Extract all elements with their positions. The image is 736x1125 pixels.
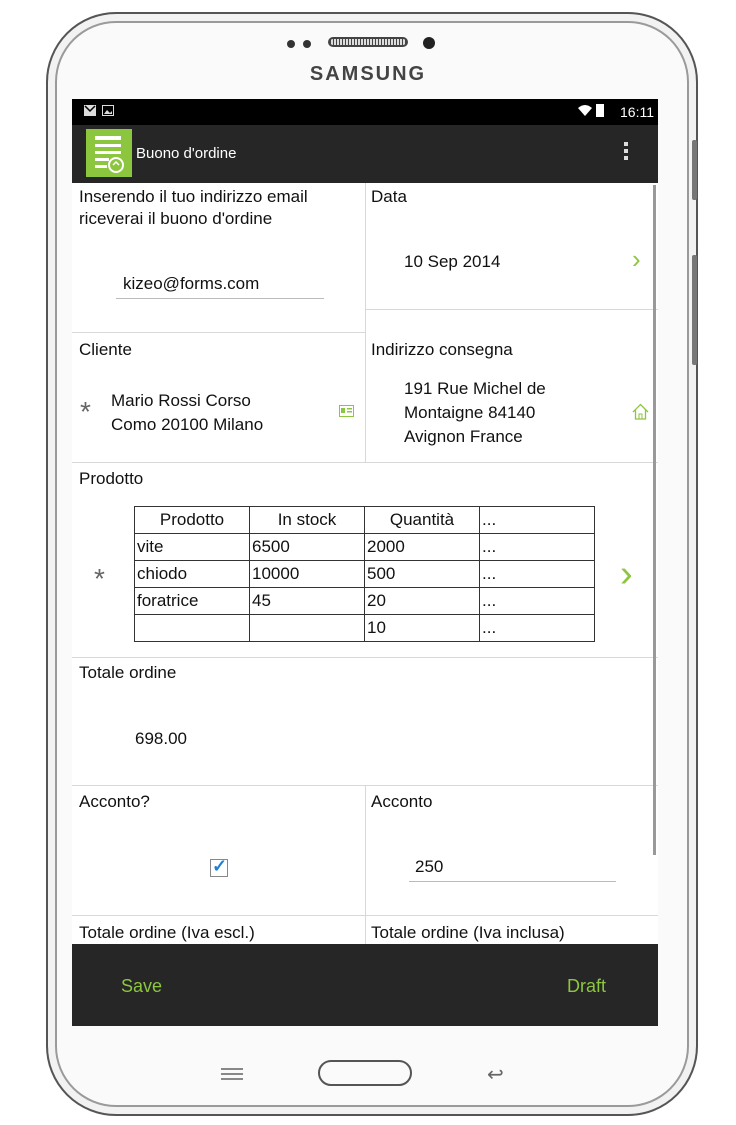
contact-card-icon[interactable] (339, 405, 354, 417)
scrollbar[interactable] (653, 185, 656, 855)
table-cell: 6500 (249, 533, 365, 561)
table-row[interactable]: vite 6500 2000 ... (134, 533, 595, 561)
table-row[interactable]: chiodo 10000 500 ... (134, 560, 595, 588)
address-line3[interactable]: Avignon France (404, 426, 523, 448)
required-asterisk: * (80, 396, 91, 427)
form-content: Inserendo il tuo indirizzo email ricever… (72, 183, 658, 944)
checkmark-icon: ✓ (212, 856, 228, 876)
home-button[interactable] (318, 1060, 412, 1086)
deposit-field[interactable]: 250 (415, 856, 443, 878)
volume-button (692, 255, 697, 365)
product-label: Prodotto (79, 469, 144, 488)
front-camera (423, 37, 435, 49)
table-header: In stock (249, 506, 365, 534)
product-table[interactable]: Prodotto In stock Quantità ... vite 6500… (134, 506, 595, 642)
address-label: Indirizzo consegna (371, 340, 513, 359)
table-cell: 10 (364, 614, 480, 642)
table-header: Quantità (364, 506, 480, 534)
speaker-grille (328, 37, 408, 47)
wifi-icon (578, 105, 592, 116)
table-row[interactable]: foratrice 45 20 ... (134, 587, 595, 615)
chevron-right-icon[interactable]: › (620, 555, 633, 593)
total-incl-label: Totale ordine (Iva inclusa) (371, 923, 565, 942)
app-title: Buono d'ordine (136, 145, 237, 162)
divider (365, 786, 366, 944)
table-header-row: Prodotto In stock Quantità ... (134, 506, 595, 534)
date-value[interactable]: 10 Sep 2014 (404, 251, 500, 273)
gmail-icon (84, 105, 96, 116)
table-cell (249, 614, 365, 642)
table-cell: 10000 (249, 560, 365, 588)
overflow-menu-icon[interactable] (624, 142, 628, 163)
image-icon (102, 105, 114, 116)
table-cell: ... (479, 614, 595, 642)
table-cell: chiodo (134, 560, 250, 588)
total-value: 698.00 (135, 729, 187, 748)
deposit-checkbox[interactable]: ✓ (210, 856, 228, 877)
back-key-icon[interactable]: ↩ (487, 1062, 504, 1087)
sensor-dot (287, 40, 295, 48)
table-header: Prodotto (134, 506, 250, 534)
table-cell: 45 (249, 587, 365, 615)
deposit-underline (409, 881, 616, 882)
total-label: Totale ordine (79, 663, 177, 682)
table-header: ... (479, 506, 595, 534)
table-cell: ... (479, 587, 595, 615)
power-button (692, 140, 697, 200)
home-icon[interactable] (632, 403, 649, 420)
status-time: 16:11 (620, 104, 654, 120)
table-cell: 500 (364, 560, 480, 588)
menu-key-icon[interactable] (221, 1068, 243, 1082)
table-cell: vite (134, 533, 250, 561)
address-line2[interactable]: Montaigne 84140 (404, 402, 535, 424)
address-line1[interactable]: 191 Rue Michel de (404, 378, 546, 400)
screen: 16:11 Buono d'ordine Inserendo il tuo in… (72, 99, 658, 1026)
table-cell: foratrice (134, 587, 250, 615)
client-value-line2[interactable]: Como 20100 Milano (111, 414, 263, 436)
required-asterisk: * (94, 563, 105, 594)
date-label: Data (371, 187, 407, 206)
draft-button[interactable]: Draft (567, 976, 606, 997)
email-label: Inserendo il tuo indirizzo email ricever… (79, 187, 308, 228)
table-cell (134, 614, 250, 642)
client-value-line1[interactable]: Mario Rossi Corso (111, 390, 251, 412)
client-label: Cliente (79, 340, 132, 359)
status-bar: 16:11 (72, 99, 658, 125)
action-bar: Buono d'ordine (72, 125, 658, 183)
table-cell: ... (479, 560, 595, 588)
form-icon[interactable] (86, 129, 132, 177)
deposit-question-label: Acconto? (79, 792, 150, 811)
table-row[interactable]: 10 ... (134, 614, 595, 642)
email-underline (116, 298, 324, 299)
date-section (365, 183, 658, 310)
email-field[interactable]: kizeo@forms.com (123, 273, 259, 295)
deposit-label: Acconto (371, 792, 433, 811)
bottom-bar: Save Draft (72, 944, 658, 1026)
device-brand: SAMSUNG (309, 63, 427, 85)
save-button[interactable]: Save (121, 976, 162, 997)
sensor-dot (303, 40, 311, 48)
battery-icon (596, 104, 604, 117)
table-cell: ... (479, 533, 595, 561)
table-cell: 2000 (364, 533, 480, 561)
table-cell: 20 (364, 587, 480, 615)
total-excl-label: Totale ordine (Iva escl.) (79, 923, 255, 942)
chevron-right-icon[interactable]: › (632, 246, 641, 272)
